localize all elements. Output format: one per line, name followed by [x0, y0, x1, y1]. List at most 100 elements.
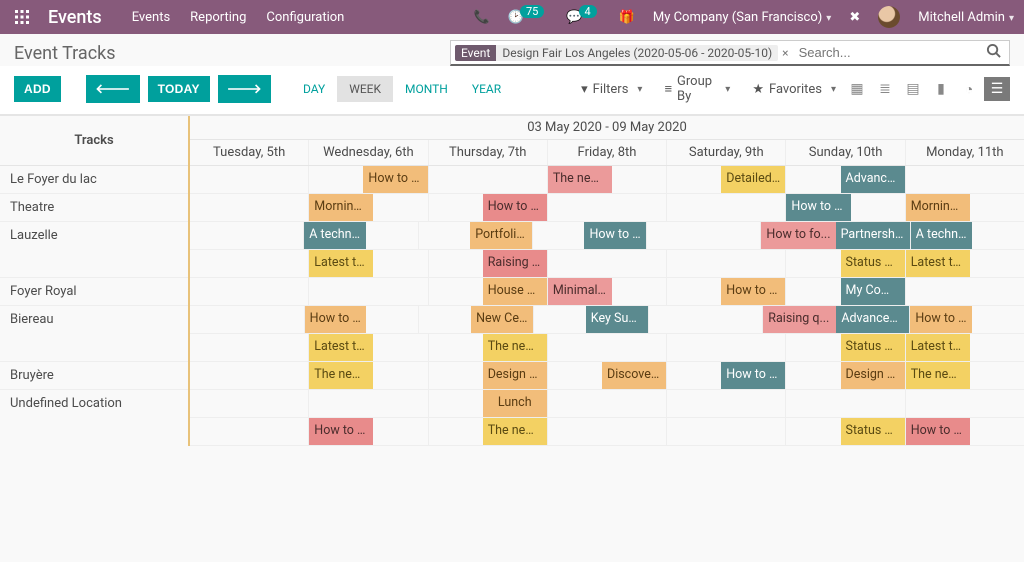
- event-block[interactable]: My Comp...: [841, 278, 905, 305]
- event-block[interactable]: Latest tre...: [906, 334, 970, 361]
- day-header: Saturday, 9th: [667, 140, 786, 165]
- event-block[interactable]: Design co...: [841, 362, 905, 389]
- view-gantt-icon[interactable]: ☰: [984, 77, 1010, 101]
- filters-menu[interactable]: ▾Filters: [581, 74, 642, 104]
- location-row: Foyer Royal: [0, 278, 188, 306]
- event-block[interactable]: Raising q...: [763, 306, 836, 333]
- event-block[interactable]: Advanced...: [841, 166, 905, 193]
- view-graph-icon[interactable]: ▮: [928, 77, 954, 101]
- location-row: Le Foyer du lac: [0, 166, 188, 194]
- location-row: Theatre: [0, 194, 188, 222]
- event-block[interactable]: Morning ...: [906, 194, 970, 221]
- event-block[interactable]: How to o...: [721, 278, 785, 305]
- event-block[interactable]: Raising q...: [483, 250, 547, 277]
- event-block[interactable]: A technic...: [911, 222, 973, 249]
- location-row: Bruyère: [0, 362, 188, 390]
- event-block[interactable]: How to b...: [910, 306, 972, 333]
- view-calendar-icon[interactable]: ▤: [900, 77, 926, 101]
- event-block[interactable]: How to d...: [309, 418, 373, 445]
- day-header: Thursday, 7th: [429, 140, 548, 165]
- location-row: Biereau: [0, 306, 188, 362]
- search-icon[interactable]: [982, 43, 1005, 62]
- event-block[interactable]: Latest tre...: [906, 250, 970, 277]
- range-month[interactable]: MONTH: [393, 76, 460, 102]
- user-menu[interactable]: Mitchell Admin: [918, 10, 1014, 25]
- search-bar[interactable]: Event Design Fair Los Angeles (2020-05-0…: [450, 40, 1010, 66]
- event-block[interactable]: A technic...: [304, 222, 366, 249]
- day-header: Sunday, 10th: [786, 140, 905, 165]
- event-block[interactable]: Latest tre...: [309, 250, 373, 277]
- gantt-row: How to d... The new ... Status &... How …: [190, 418, 1024, 446]
- event-block[interactable]: How to in...: [363, 166, 427, 193]
- filter-icon: ▾: [581, 82, 588, 97]
- event-block[interactable]: The new ...: [483, 418, 547, 445]
- day-header: Monday, 11th: [906, 140, 1024, 165]
- event-block[interactable]: How to d...: [786, 194, 850, 221]
- range-year[interactable]: YEAR: [460, 76, 513, 102]
- event-block[interactable]: Status & ...: [841, 250, 905, 277]
- event-block[interactable]: Morning ...: [309, 194, 373, 221]
- gantt-row: Latest tre... The new ... Status & ... L…: [190, 334, 1024, 362]
- event-block[interactable]: Lunch: [483, 390, 547, 417]
- event-block[interactable]: The new ...: [309, 362, 373, 389]
- app-brand[interactable]: Events: [48, 7, 102, 28]
- event-block[interactable]: How to fo...: [761, 222, 835, 249]
- prev-button[interactable]: 🡐: [86, 75, 139, 103]
- apps-icon[interactable]: [10, 10, 34, 24]
- event-block[interactable]: Design co...: [483, 362, 547, 389]
- page-title: Event Tracks: [14, 43, 116, 64]
- event-block[interactable]: How to b...: [305, 306, 367, 333]
- view-list-icon[interactable]: ≣: [872, 77, 898, 101]
- groupby-menu[interactable]: ≡Group By: [664, 74, 730, 104]
- view-kanban-icon[interactable]: ▦: [844, 77, 870, 101]
- event-block[interactable]: Detailed r...: [721, 166, 785, 193]
- list-icon: ≡: [664, 81, 672, 97]
- event-block[interactable]: Minimal b...: [548, 278, 612, 305]
- event-block[interactable]: Advanced...: [836, 306, 909, 333]
- chip-remove-icon[interactable]: ×: [778, 46, 792, 60]
- range-day[interactable]: DAY: [291, 76, 337, 102]
- event-block[interactable]: The new ...: [548, 166, 612, 193]
- star-icon: ★: [752, 82, 764, 97]
- event-block[interactable]: Portfolio ...: [470, 222, 532, 249]
- favorites-menu[interactable]: ★Favorites: [752, 74, 836, 104]
- event-block[interactable]: Status &...: [841, 418, 905, 445]
- event-block[interactable]: Key Succ...: [586, 306, 648, 333]
- event-block[interactable]: The new ...: [906, 362, 970, 389]
- avatar: [878, 6, 900, 28]
- gift-icon[interactable]: 🎁: [619, 10, 635, 25]
- phone-icon[interactable]: 📞: [474, 10, 490, 25]
- debug-icon[interactable]: ✖: [849, 10, 860, 25]
- nav-events[interactable]: Events: [132, 10, 170, 25]
- event-block[interactable]: How to i...: [721, 362, 785, 389]
- gantt-body: How to in... The new ... Detailed r... A…: [190, 166, 1024, 446]
- date-range: 03 May 2020 - 09 May 2020: [190, 116, 1024, 140]
- today-button[interactable]: TODAY: [148, 76, 210, 102]
- event-block[interactable]: How to d...: [906, 418, 970, 445]
- company-switcher[interactable]: My Company (San Francisco): [653, 10, 831, 25]
- event-block[interactable]: New Certi...: [471, 306, 533, 333]
- range-week[interactable]: WEEK: [337, 76, 393, 102]
- event-block[interactable]: How to d...: [483, 194, 547, 221]
- nav-configuration[interactable]: Configuration: [266, 10, 344, 25]
- day-header: Tuesday, 5th: [190, 140, 309, 165]
- event-block[interactable]: How to c...: [584, 222, 646, 249]
- day-header: Wednesday, 6th: [309, 140, 428, 165]
- activity-icon[interactable]: 🕑75: [508, 10, 549, 25]
- event-block[interactable]: The new ...: [483, 334, 547, 361]
- gantt-row: Morning ... How to d... How to d... Morn…: [190, 194, 1024, 222]
- event-block[interactable]: Discover ...: [602, 362, 666, 389]
- messages-icon[interactable]: 💬4: [566, 10, 600, 25]
- gantt-row: A technic... Portfolio ... How to c... H…: [190, 222, 1024, 250]
- gantt-row: Latest tre... Raising q... Status & ... …: [190, 250, 1024, 278]
- nav-reporting[interactable]: Reporting: [190, 10, 246, 25]
- event-block[interactable]: Latest tre...: [309, 334, 373, 361]
- event-block[interactable]: Status & ...: [841, 334, 905, 361]
- event-block[interactable]: Partnersh...: [836, 222, 910, 249]
- add-button[interactable]: ADD: [14, 76, 61, 102]
- search-input[interactable]: [793, 45, 982, 60]
- next-button[interactable]: 🡒: [218, 75, 271, 103]
- event-block[interactable]: House of ...: [483, 278, 547, 305]
- gantt-row: House of ... Minimal b... How to o... My…: [190, 278, 1024, 306]
- view-activity-icon[interactable]: ◔: [956, 77, 982, 101]
